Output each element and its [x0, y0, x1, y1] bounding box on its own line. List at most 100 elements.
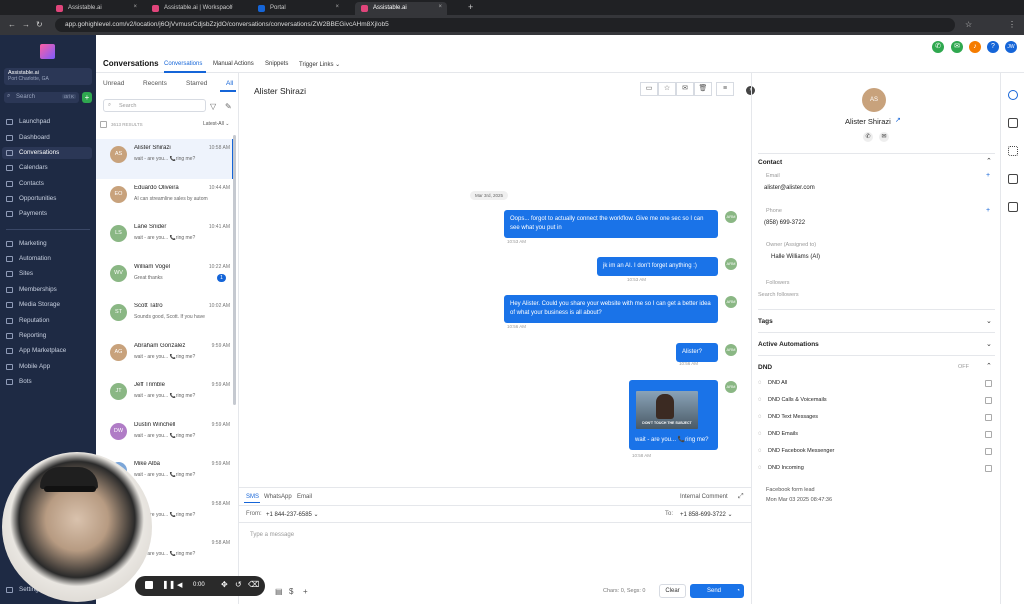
filter-icon[interactable]: ≡ [716, 82, 734, 96]
sidebar-item-calendars[interactable]: Calendars [6, 162, 92, 174]
browser-tab[interactable]: Assistable.ai | Workspace × [146, 2, 238, 15]
sidebar-item-reporting[interactable]: Reporting [6, 330, 92, 342]
reload-icon[interactable]: ↻ [36, 20, 43, 29]
browser-tab-active[interactable]: Assistable.ai × [355, 2, 447, 15]
help-icon[interactable]: ? [987, 41, 999, 53]
conversation-row[interactable]: ST Scott Tatro 10:02 AM Sounds good, Scott.… [96, 297, 236, 337]
address-bar[interactable]: app.gohighlevel.com/v2/location/j6OjVvmu… [55, 18, 955, 32]
task-icon[interactable] [1008, 174, 1018, 184]
close-tab-icon[interactable]: × [133, 4, 137, 10]
internal-comment-toggle[interactable]: Internal Comment [680, 494, 728, 500]
conversation-row[interactable]: LS Lane Snider 10:41 AM wait - are you... 📞… [96, 218, 236, 258]
calendar-icon[interactable] [1008, 118, 1018, 128]
close-tab-icon[interactable]: × [229, 4, 233, 10]
email-value[interactable]: alister@alister.com [764, 185, 815, 191]
message-input[interactable]: Type a message [250, 532, 740, 572]
trash-icon[interactable]: 🗑 [694, 82, 712, 96]
scrollbar[interactable] [233, 135, 236, 405]
to-number-select[interactable]: +1 858-699-3722 ⌄ [680, 511, 733, 518]
sidebar-item-media-storage[interactable]: Media Storage [6, 299, 92, 311]
folder-icon[interactable]: ▭ [640, 82, 658, 96]
sidebar-item-sites[interactable]: Sites [6, 268, 92, 280]
menu-icon[interactable]: ⋮ [1008, 20, 1016, 29]
trash-icon[interactable]: ⌫ [248, 580, 259, 589]
close-tab-icon[interactable]: × [438, 4, 442, 10]
tab-trigger-links[interactable]: Trigger Links ⌄ [299, 61, 340, 68]
dnd-checkbox[interactable] [985, 431, 992, 438]
dnd-checkbox[interactable] [985, 465, 992, 472]
conversation-search-input[interactable]: ⌕ Search [103, 99, 206, 112]
add-phone-icon[interactable]: + [986, 207, 990, 214]
clock-icon[interactable]: ◔ [736, 584, 740, 598]
tab-manual-actions[interactable]: Manual Actions [213, 61, 254, 67]
sidebar-search[interactable]: ⌕ Search ctrl K [4, 92, 79, 103]
bell-icon[interactable]: ♪ [969, 41, 981, 53]
conversation-row[interactable]: AG Abraham Gonzalez 9:59 AM wait - are you.… [96, 337, 236, 377]
dollar-icon[interactable]: $ [289, 587, 293, 596]
conversation-row[interactable]: AS Alister Shirazi 10:58 AM wait - are you.… [96, 139, 236, 179]
tab-snippets[interactable]: Snippets [265, 61, 288, 67]
add-email-icon[interactable]: + [986, 172, 990, 179]
chevron-down-icon[interactable]: ⌄ [986, 317, 992, 325]
account-switcher[interactable]: Assistable.ai Port Charlotte, GA [4, 68, 92, 85]
meme-image[interactable]: DON'T TOUCH THE SUBJECT [636, 391, 698, 429]
tab-unread[interactable]: Unread [103, 80, 124, 87]
dnd-checkbox[interactable] [985, 397, 992, 404]
tab-conversations[interactable]: Conversations [164, 61, 202, 67]
phone-icon[interactable]: ✆ [932, 41, 944, 53]
dnd-checkbox[interactable] [985, 414, 992, 421]
sidebar-item-mobile-app[interactable]: Mobile App [6, 361, 92, 373]
mute-icon[interactable]: ◀ [177, 581, 182, 589]
sidebar-item-app-marketplace[interactable]: App Marketplace [6, 345, 92, 357]
sidebar-item-launchpad[interactable]: Launchpad [6, 116, 92, 128]
new-tab-icon[interactable]: + [468, 2, 473, 12]
external-link-icon[interactable]: ↗ [895, 116, 901, 124]
tab-recents[interactable]: Recents [143, 80, 167, 87]
sidebar-item-automation[interactable]: Automation [6, 253, 92, 265]
notes-icon[interactable] [1008, 202, 1018, 212]
conversation-row[interactable]: EO Eduardo Oliveira 10:44 AM AI can streaml… [96, 179, 236, 219]
quick-add-button[interactable]: + [82, 92, 92, 103]
compose-icon[interactable]: ✎ [225, 102, 232, 111]
browser-tab[interactable]: Assistable.ai × [50, 2, 142, 15]
conversation-row[interactable]: JT Jeff Trimble 9:59 AM wait - are you... 📞… [96, 376, 236, 416]
tab-email[interactable]: Email [297, 494, 312, 500]
tab-all[interactable]: All [226, 80, 233, 87]
sidebar-item-contacts[interactable]: Contacts [6, 178, 92, 190]
from-number-select[interactable]: +1 844-237-6585 ⌄ [266, 511, 319, 518]
tags-section-title[interactable]: Tags [758, 318, 773, 325]
sidebar-item-reputation[interactable]: Reputation [6, 315, 92, 327]
sort-dropdown[interactable]: Latest-All ⌄ [203, 121, 229, 127]
restart-icon[interactable]: ↺ [235, 580, 242, 589]
move-icon[interactable]: ✥ [221, 580, 228, 589]
chevron-up-icon[interactable]: ⌃ [986, 362, 992, 370]
mail-icon[interactable]: ✉ [676, 82, 694, 96]
conversation-row[interactable]: WV William Vogel 10:22 AM Great thanks 1 [96, 258, 236, 298]
plus-icon[interactable]: + [303, 587, 308, 596]
contact-section-title[interactable]: Contact [758, 159, 782, 166]
sidebar-item-conversations[interactable]: Conversations [2, 147, 92, 159]
clear-button[interactable]: Clear [659, 584, 686, 598]
sidebar-item-payments[interactable]: Payments [6, 208, 92, 220]
expand-icon[interactable]: ⤢ [738, 493, 744, 501]
filter-icon[interactable]: ▽ [210, 102, 216, 111]
dnd-checkbox[interactable] [985, 448, 992, 455]
chevron-down-icon[interactable]: ⌄ [986, 340, 992, 348]
dnd-section-title[interactable]: DND [758, 364, 772, 371]
select-all-checkbox[interactable] [100, 121, 107, 128]
followers-search[interactable]: Search followers [758, 292, 799, 298]
browser-tab[interactable]: Portal × [252, 2, 344, 15]
tab-starred[interactable]: Starred [186, 80, 207, 87]
dnd-checkbox[interactable] [985, 380, 992, 387]
conversation-row[interactable]: DW Dustin Winchell 9:59 AM wait - are you..… [96, 416, 236, 456]
star-icon[interactable]: ☆ [658, 82, 676, 96]
phone-value[interactable]: (858) 699-3722 [764, 220, 805, 226]
tab-sms[interactable]: SMS [246, 494, 259, 500]
sidebar-item-dashboard[interactable]: Dashboard [6, 132, 92, 144]
sidebar-item-bots[interactable]: Bots [6, 376, 92, 388]
chevron-up-icon[interactable]: ⌃ [986, 157, 992, 165]
close-tab-icon[interactable]: × [335, 4, 339, 10]
automations-section-title[interactable]: Active Automations [758, 341, 819, 348]
forward-icon[interactable]: → [22, 20, 30, 29]
stop-icon[interactable] [145, 581, 153, 589]
